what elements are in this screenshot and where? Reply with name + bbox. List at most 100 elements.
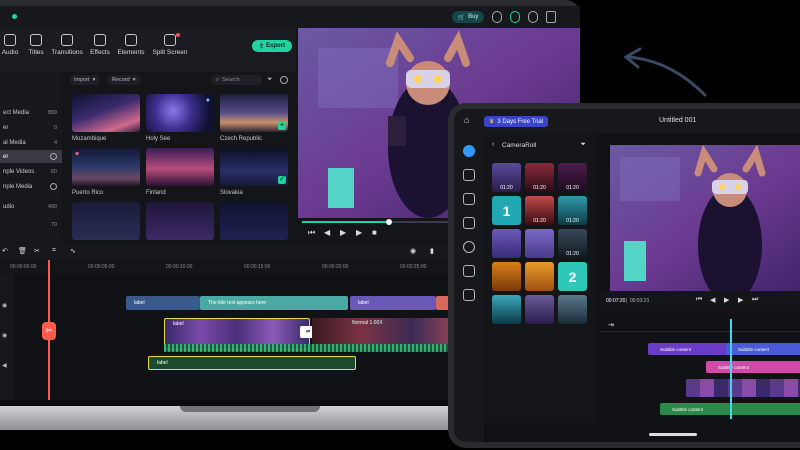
camera-roll-item[interactable] — [525, 229, 554, 258]
import-dropdown[interactable]: Import ▾ — [70, 75, 100, 85]
camera-roll-item[interactable] — [558, 295, 587, 324]
sidebar-item-folder-active[interactable]: er — [0, 150, 62, 163]
tablet-video-preview[interactable] — [610, 145, 800, 291]
title-clip[interactable]: The title text appears here — [200, 296, 348, 310]
camera-roll-item[interactable]: 01:20 — [558, 163, 587, 192]
buy-button[interactable]: 🛒 Buy — [452, 11, 484, 23]
audio-wave-icon[interactable]: ∿ — [70, 247, 76, 255]
media-thumb[interactable]: ✓ — [220, 148, 288, 186]
sidebar-item-global-media[interactable]: al Media 4 — [0, 136, 62, 149]
media-thumb[interactable] — [220, 202, 288, 240]
subtitle-clip[interactable]: Subtitle content — [706, 361, 800, 373]
tool-transitions[interactable]: Transitions — [49, 34, 85, 56]
frame-back-icon[interactable]: ◀ — [710, 296, 715, 304]
sidebar-item-project-media[interactable]: ect Media 889 — [0, 106, 62, 119]
camera-roll-item[interactable] — [525, 262, 554, 291]
back-icon[interactable]: ‹ — [492, 141, 494, 148]
speaker-icon[interactable]: ◀ — [2, 362, 7, 369]
home-icon[interactable]: ⌂ — [464, 115, 469, 125]
heart-icon[interactable]: ♥ — [75, 151, 79, 158]
trial-badge[interactable]: ♛ 3 Days Free Trial — [484, 116, 549, 127]
sidebar-item-folder[interactable]: er 0 — [0, 121, 62, 134]
camera-roll-item[interactable]: 2 — [558, 262, 587, 291]
camera-roll-item[interactable]: 01:20 — [558, 229, 587, 258]
grid-view-icon[interactable] — [280, 76, 288, 84]
window-restore-icon[interactable] — [546, 11, 556, 23]
audio-clip[interactable]: label — [148, 356, 356, 370]
progress-fill — [302, 221, 390, 223]
camera-roll-item[interactable]: 1 — [492, 196, 521, 225]
camera-roll-item[interactable]: 01:20 — [525, 196, 554, 225]
sidebar-item-sample-videos[interactable]: nple Videos 60 — [0, 165, 62, 178]
settings-icon[interactable] — [528, 11, 538, 23]
camera-roll-item[interactable] — [525, 295, 554, 324]
split-screen-icon — [164, 34, 176, 46]
eye-icon[interactable]: ◉ — [2, 302, 7, 309]
music-note-icon[interactable] — [463, 169, 475, 181]
split-icon[interactable]: ⇥ — [608, 321, 614, 329]
camera-roll-item[interactable]: 01:20 — [492, 163, 521, 192]
tool-label: Elements — [117, 49, 145, 56]
add-icon[interactable] — [50, 183, 57, 190]
media-thumb[interactable]: ● — [146, 94, 214, 132]
transition-icon[interactable] — [463, 289, 475, 301]
undo-icon[interactable]: ↶ — [2, 247, 8, 255]
frame-forward-icon[interactable]: ▶ — [738, 296, 743, 304]
media-thumb[interactable] — [72, 202, 140, 240]
step-back-icon[interactable]: ⏮ — [696, 296, 702, 304]
tablet-playhead[interactable] — [730, 319, 732, 419]
step-back-icon[interactable]: ⏮ — [308, 228, 315, 238]
export-button[interactable]: ⇪ Export — [252, 40, 292, 52]
ruler-tick: 00:00:25:00 — [400, 264, 427, 270]
export-label: Export — [266, 43, 286, 49]
frame-back-icon[interactable]: ◀ — [324, 228, 330, 237]
delete-icon[interactable]: 🗑 — [18, 247, 27, 255]
sidebar-item-audio[interactable]: udio 490 — [0, 200, 62, 213]
account-icon[interactable] — [492, 11, 502, 23]
add-icon[interactable]: + — [278, 122, 286, 130]
filter-icon[interactable] — [463, 265, 475, 277]
sidebar-label: er — [3, 124, 9, 131]
title-clip[interactable]: label — [126, 296, 200, 310]
add-icon[interactable] — [50, 153, 57, 160]
play-icon[interactable]: ▶ — [724, 296, 729, 304]
record-dropdown[interactable]: Record ▾ — [108, 75, 140, 85]
filter-icon[interactable]: ⏷ — [267, 76, 273, 84]
search-input[interactable]: ⌕ Search — [212, 75, 262, 85]
sidebar-item-extra[interactable]: 70 — [0, 218, 62, 231]
sidebar-item-sample-media[interactable]: nple Media — [0, 180, 62, 193]
filter-icon[interactable]: ⏷ — [580, 141, 586, 149]
tool-split-screen[interactable]: Split Screen — [148, 34, 192, 56]
media-thumb[interactable]: ♥ — [72, 148, 140, 186]
effects-icon[interactable] — [463, 241, 475, 253]
media-thumb[interactable] — [146, 148, 214, 186]
support-icon[interactable] — [510, 11, 520, 23]
media-thumb[interactable]: + — [220, 94, 288, 132]
camera-roll-item[interactable] — [492, 262, 521, 291]
marker-icon[interactable]: ▮ — [430, 247, 434, 255]
scissors-icon[interactable]: ✂ — [34, 247, 40, 255]
camera-roll-item[interactable] — [492, 295, 521, 324]
media-thumb[interactable] — [146, 202, 214, 240]
camera-roll-item[interactable]: 01:20 — [558, 196, 587, 225]
stop-icon[interactable]: ■ — [372, 228, 377, 237]
scissors-icon[interactable]: ✂ — [42, 322, 56, 340]
record-label: Record — [112, 77, 130, 83]
tool-elements[interactable]: Elements — [113, 34, 149, 56]
subtitle-clip[interactable]: Subtitle content — [726, 343, 800, 355]
eye-icon[interactable]: ◉ — [2, 332, 7, 339]
video-clip-strip[interactable] — [686, 379, 800, 397]
frame-forward-icon[interactable]: ▶ — [356, 228, 362, 237]
title-clip[interactable]: label — [350, 296, 436, 310]
step-forward-icon[interactable]: ⏭ — [752, 296, 758, 304]
camera-roll-item[interactable]: 01:20 — [525, 163, 554, 192]
media-icon[interactable] — [463, 145, 475, 157]
progress-knob[interactable] — [386, 219, 392, 225]
sticker-icon[interactable] — [463, 217, 475, 229]
play-icon[interactable]: ▶ — [340, 228, 346, 237]
camera-roll-item[interactable] — [492, 229, 521, 258]
mic-icon[interactable]: ◉ — [410, 247, 416, 255]
media-thumb[interactable] — [72, 94, 140, 132]
text-t-icon[interactable] — [463, 193, 475, 205]
crop-icon[interactable]: ⌗ — [52, 247, 56, 255]
